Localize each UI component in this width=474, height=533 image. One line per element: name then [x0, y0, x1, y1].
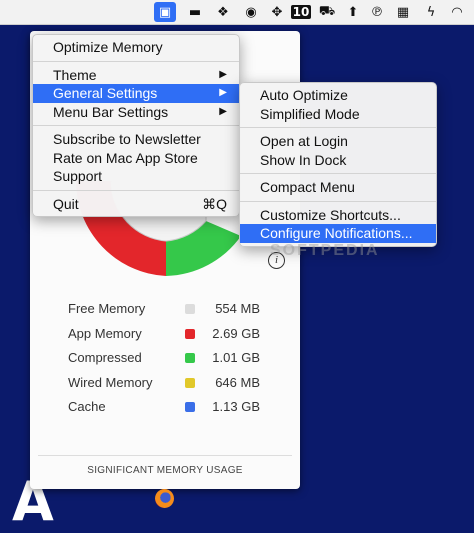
submenu-arrow-icon: ▶	[219, 87, 227, 98]
chip-icon[interactable]: ▣	[154, 2, 176, 22]
menu-item-general-settings[interactable]: General Settings ▶	[33, 84, 239, 103]
watermark: SOFTPEDIA	[270, 242, 380, 259]
dropbox-icon[interactable]: ❖	[214, 3, 232, 21]
menu-item-quit[interactable]: Quit ⌘Q	[33, 195, 239, 214]
legend-label: Compressed	[68, 350, 142, 366]
menu-item-customize-shortcuts[interactable]: Customize Shortcuts...	[240, 206, 436, 225]
menu-separator	[33, 125, 239, 126]
car-icon[interactable]: ⛟	[318, 3, 336, 21]
menu-separator	[33, 60, 239, 62]
film-icon[interactable]: ▦	[394, 3, 412, 21]
legend-row: Compressed 1.01 GB	[68, 350, 268, 375]
legend-row: Wired Memory 646 MB	[68, 375, 268, 400]
legend-swatch	[185, 377, 195, 388]
menu-item-open-at-login[interactable]: Open at Login	[240, 132, 436, 151]
calendar-icon[interactable]: 10	[290, 3, 312, 21]
legend-swatch	[185, 328, 195, 339]
legend-value: 1.01 GB	[212, 350, 260, 366]
legend-row: App Memory 2.69 GB	[68, 326, 268, 351]
legend-swatch	[185, 304, 195, 314]
menu-item-label: Theme	[53, 66, 97, 83]
menu-item-simplified-mode[interactable]: Simplified Mode	[240, 105, 436, 124]
menu-item-label: General Settings	[53, 85, 158, 101]
submenu-arrow-icon: ▶	[219, 68, 227, 80]
menu-item-configure-notifications[interactable]: Configure Notifications...	[240, 224, 436, 243]
parking-icon[interactable]: ℗	[368, 3, 386, 21]
menu-item-label: Menu Bar Settings	[53, 103, 169, 120]
legend-label: Cache	[68, 399, 106, 415]
menu-separator	[240, 173, 436, 174]
firefox-icon[interactable]	[155, 489, 174, 508]
legend-label: App Memory	[68, 325, 142, 341]
memory-legend: Free Memory 554 MB App Memory 2.69 GB Co…	[68, 301, 268, 424]
legend-label: Free Memory	[68, 301, 146, 316]
menu-item-rate[interactable]: Rate on Mac App Store	[33, 149, 239, 168]
legend-value: 646 MB	[215, 374, 260, 390]
wifi-icon[interactable]: ◠	[448, 3, 466, 21]
quit-shortcut: ⌘Q	[202, 195, 227, 212]
menu-item-compact-menu[interactable]: Compact Menu	[240, 178, 436, 197]
calendar-badge: 10	[290, 5, 312, 19]
menu-separator	[240, 200, 436, 202]
menu-item-show-in-dock[interactable]: Show In Dock	[240, 151, 436, 170]
menu-item-optimize-memory[interactable]: Optimize Memory	[33, 38, 239, 57]
terminal-icon[interactable]: ▬	[186, 3, 204, 21]
significant-usage-label: SIGNIFICANT MEMORY USAGE	[87, 465, 243, 476]
menu-item-auto-optimize[interactable]: Auto Optimize	[240, 86, 436, 105]
menu-separator	[240, 127, 436, 128]
upload-arrow-icon[interactable]: ⬆	[344, 3, 362, 21]
legend-row: Cache 1.13 GB	[68, 399, 268, 424]
panel-divider	[38, 455, 292, 456]
legend-row: Free Memory 554 MB	[68, 301, 268, 326]
general-settings-submenu: Auto Optimize Simplified Mode Open at Lo…	[239, 82, 437, 247]
menu-item-label: Quit	[53, 195, 79, 212]
legend-swatch	[185, 353, 195, 364]
menu-item-support[interactable]: Support	[33, 167, 239, 186]
legend-label: Wired Memory	[68, 374, 153, 390]
main-menu: Optimize Memory Theme ▶ General Settings…	[32, 34, 240, 217]
menu-item-theme[interactable]: Theme ▶	[33, 66, 239, 85]
crosshair-icon[interactable]: ✥	[268, 3, 286, 21]
circle-logo-icon[interactable]: ◉	[242, 3, 260, 21]
menu-item-menu-bar-settings[interactable]: Menu Bar Settings ▶	[33, 103, 239, 122]
menu-bar: ▣ ▬ ❖ ◉ ✥ 10 ⛟ ⬆ ℗ ▦ ϟ ◠	[0, 0, 474, 25]
submenu-arrow-icon: ▶	[219, 105, 227, 117]
menu-item-subscribe[interactable]: Subscribe to Newsletter	[33, 130, 239, 149]
legend-value: 554 MB	[215, 301, 260, 316]
legend-value: 1.13 GB	[212, 399, 260, 415]
legend-value: 2.69 GB	[212, 325, 260, 341]
flash-icon[interactable]: ϟ	[422, 3, 440, 21]
menu-separator	[33, 189, 239, 191]
legend-swatch	[185, 402, 195, 413]
